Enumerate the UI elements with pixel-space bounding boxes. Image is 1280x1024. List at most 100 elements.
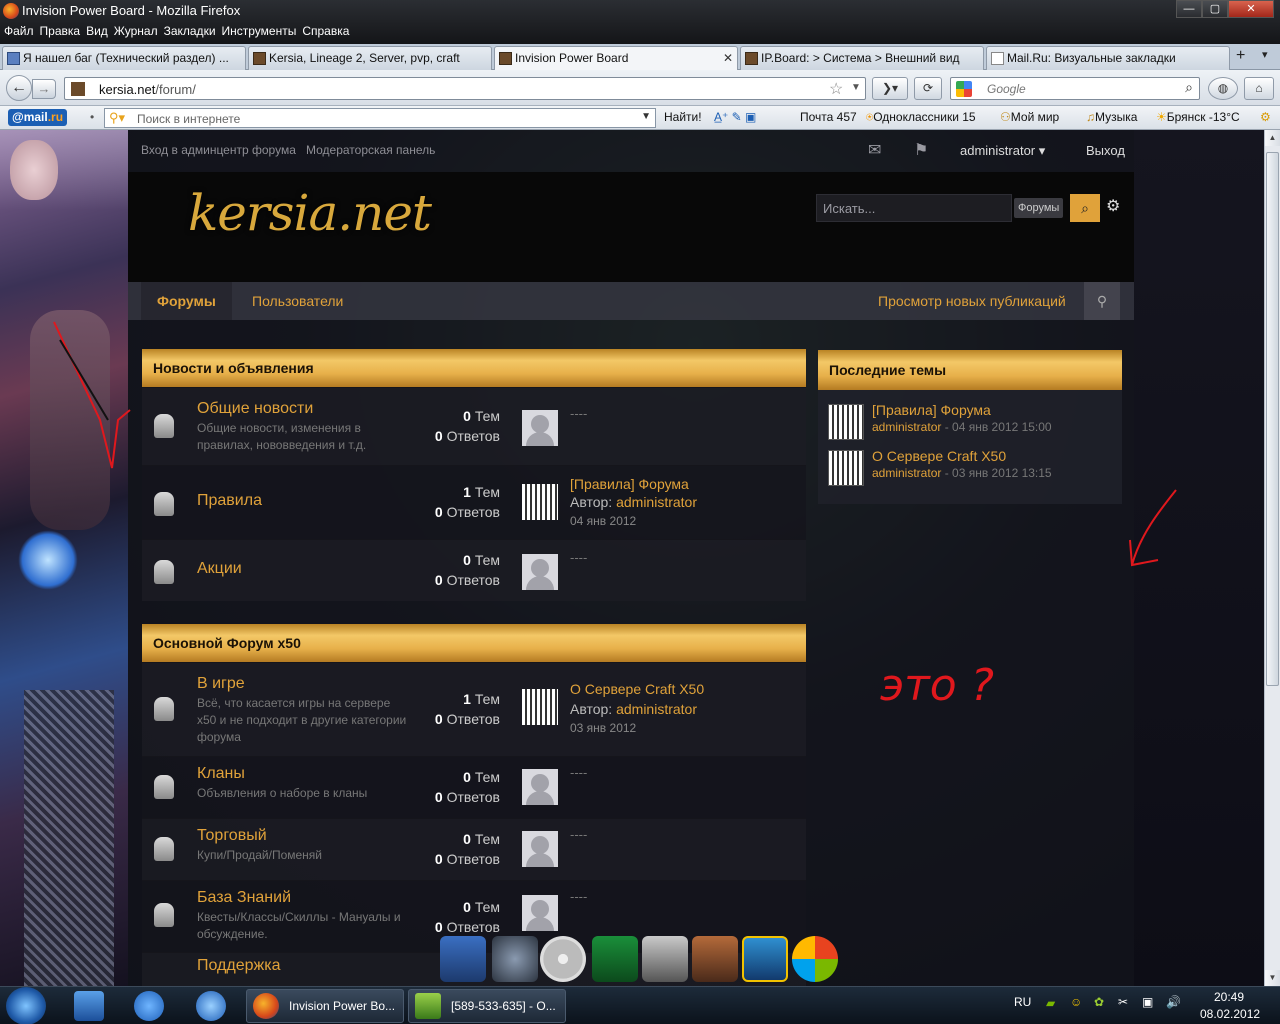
search-scope-button[interactable]: Форумы	[1014, 198, 1064, 218]
avatar[interactable]	[828, 450, 864, 486]
taskbar-chat[interactable]: [589-533-635] - О...	[408, 989, 566, 1023]
network-icon[interactable]	[592, 936, 638, 982]
forum-name[interactable]: Общие новости	[197, 400, 313, 418]
forum-name[interactable]: Акции	[197, 560, 242, 578]
bookmark-star-icon[interactable]: ☆	[829, 79, 843, 99]
location-pin-icon[interactable]: ⚲	[1084, 282, 1120, 320]
music-link[interactable]: ♫Музыка	[1086, 110, 1137, 124]
category-title[interactable]: Новости и объявления	[142, 349, 806, 387]
toolbar-menu-icon[interactable]: •	[90, 110, 94, 124]
category-title[interactable]: Основной Форум x50	[142, 624, 806, 662]
menu-help[interactable]: Справка	[302, 24, 349, 38]
taskbar-firefox[interactable]: Invision Power Bo...	[246, 989, 404, 1023]
language-indicator[interactable]: RU	[1014, 995, 1031, 1009]
messages-icon[interactable]: ✉	[868, 140, 881, 160]
address-bar[interactable]: kersia.net/forum/ ☆ ▼	[64, 77, 866, 100]
menu-tools[interactable]: Инструменты	[222, 24, 297, 38]
menu-history[interactable]: Журнал	[114, 24, 158, 38]
forum-name[interactable]: База Знаний	[197, 889, 291, 907]
menu-bookmarks[interactable]: Закладки	[164, 24, 216, 38]
find-button[interactable]: Найти!	[664, 110, 702, 124]
minimize-button[interactable]: —	[1176, 0, 1202, 18]
control-panel-icon[interactable]	[440, 936, 486, 982]
new-tab-button[interactable]: +	[1236, 47, 1245, 65]
start-button[interactable]	[6, 987, 46, 1024]
forum-search-input[interactable]: Искать...	[816, 194, 1012, 222]
scroll-thumb[interactable]	[1266, 152, 1279, 686]
search-icon[interactable]: ⌕	[1185, 79, 1193, 96]
tab-kersia[interactable]: Kersia, Lineage 2, Server, pvp, craft	[248, 46, 492, 70]
explorer-icon[interactable]	[74, 991, 104, 1021]
page-scrollbar[interactable]: ▲ ▼	[1264, 130, 1280, 986]
reload-button[interactable]: ⟳	[914, 77, 942, 100]
translate-icon[interactable]: A̲⁺ ✎ ▣	[714, 110, 756, 124]
chevron-down-icon[interactable]: ▼	[641, 111, 651, 122]
forum-name[interactable]: В игре	[197, 675, 245, 693]
network-tray-icon[interactable]: ▣	[1142, 995, 1153, 1009]
weather-link[interactable]: ☀Брянск -13°C	[1156, 110, 1240, 124]
admin-cp-link[interactable]: Вход в админцентр форума	[141, 143, 296, 157]
scroll-down-icon[interactable]: ▼	[1265, 970, 1280, 986]
last-post-title[interactable]: [Правила] Форума	[570, 476, 689, 492]
forum-name[interactable]: Торговый	[197, 827, 267, 845]
forward-button[interactable]: →	[32, 79, 56, 99]
search-options-gear-icon[interactable]: ⚙	[1106, 196, 1120, 216]
avatar[interactable]	[522, 689, 558, 725]
menu-view[interactable]: Вид	[86, 24, 108, 38]
gamepad-icon[interactable]	[492, 936, 538, 982]
mailru-search-input[interactable]: ⚲▾ Поиск в интернете ▼	[104, 108, 656, 128]
user-menu[interactable]: administrator ▾	[960, 143, 1045, 159]
tools-icon[interactable]: ✂	[1118, 995, 1128, 1009]
nvidia-icon[interactable]: ▰	[1046, 996, 1055, 1010]
recent-topic-title[interactable]: О Сервере Craft X50	[872, 448, 1006, 464]
url-text[interactable]: kersia.net/forum/	[99, 82, 196, 97]
tab-ipboard[interactable]: IP.Board: > Система > Внешний вид	[740, 46, 984, 70]
moderator-panel-link[interactable]: Модераторская панель	[306, 143, 435, 157]
forum-name[interactable]: Кланы	[197, 765, 245, 783]
media-player-icon[interactable]	[642, 936, 688, 982]
menu-file[interactable]: Файл	[4, 24, 34, 38]
tab-invision[interactable]: Invision Power Board ✕	[494, 46, 738, 70]
scroll-up-icon[interactable]: ▲	[1265, 130, 1280, 146]
recent-topic-title[interactable]: [Правила] Форума	[872, 402, 991, 418]
windows-logo-icon[interactable]	[792, 936, 838, 982]
web-search-box[interactable]: Google ⌕	[950, 77, 1200, 100]
cd-drive-icon[interactable]	[540, 936, 586, 982]
close-button[interactable]: ✕	[1228, 0, 1274, 18]
globe-button[interactable]: ◍	[1208, 77, 1238, 100]
smiley-icon[interactable]: ☺	[1070, 995, 1082, 1009]
mail-link[interactable]: Почта 457	[800, 110, 857, 124]
tab-mailru[interactable]: Mail.Ru: Визуальные закладки	[986, 46, 1230, 70]
search-button[interactable]: ⌕	[1070, 194, 1100, 222]
tab-members[interactable]: Пользователи	[236, 282, 359, 320]
paint-icon[interactable]	[692, 936, 738, 982]
settings-icon[interactable]: ⚙	[1260, 110, 1271, 124]
back-button[interactable]: ←	[6, 75, 32, 101]
tab-forums[interactable]: Форумы	[141, 282, 232, 320]
url-dropdown-icon[interactable]: ▼	[851, 82, 861, 93]
tab-bug-report[interactable]: Я нашел баг (Технический раздел) ...	[2, 46, 246, 70]
menu-edit[interactable]: Правка	[40, 24, 81, 38]
clock-date[interactable]: 08.02.2012	[1200, 1007, 1260, 1021]
my-world-link[interactable]: ⚇Мой мир	[1000, 110, 1059, 124]
avatar[interactable]	[522, 484, 558, 520]
clock-time[interactable]: 20:49	[1214, 990, 1244, 1004]
addon-button[interactable]: ❯▾	[872, 77, 908, 100]
tab-close-icon[interactable]: ✕	[723, 51, 733, 65]
forum-name[interactable]: Правила	[197, 492, 262, 510]
odnoklassniki-link[interactable]: ⍟Одноклассники 15	[866, 110, 976, 125]
volume-icon[interactable]: 🔊	[1166, 995, 1181, 1009]
view-new-content-link[interactable]: Просмотр новых публикаций	[864, 282, 1080, 320]
last-post-title[interactable]: О Сервере Craft X50	[570, 681, 704, 697]
logout-link[interactable]: Выход	[1086, 143, 1125, 158]
maximize-button[interactable]: ▢	[1202, 0, 1228, 18]
tray-app-icon[interactable]: ✿	[1094, 995, 1104, 1009]
search-engine-icon[interactable]: ⚲▾	[109, 110, 125, 126]
home-button[interactable]: ⌂	[1244, 77, 1274, 100]
internet-explorer-icon[interactable]	[134, 991, 164, 1021]
tab-list-icon[interactable]: ▾	[1262, 48, 1268, 61]
avatar[interactable]	[828, 404, 864, 440]
windows-update-icon[interactable]	[742, 936, 788, 982]
notifications-icon[interactable]: ⚑	[914, 140, 928, 160]
mailru-logo[interactable]: @mail.ru	[8, 109, 68, 126]
